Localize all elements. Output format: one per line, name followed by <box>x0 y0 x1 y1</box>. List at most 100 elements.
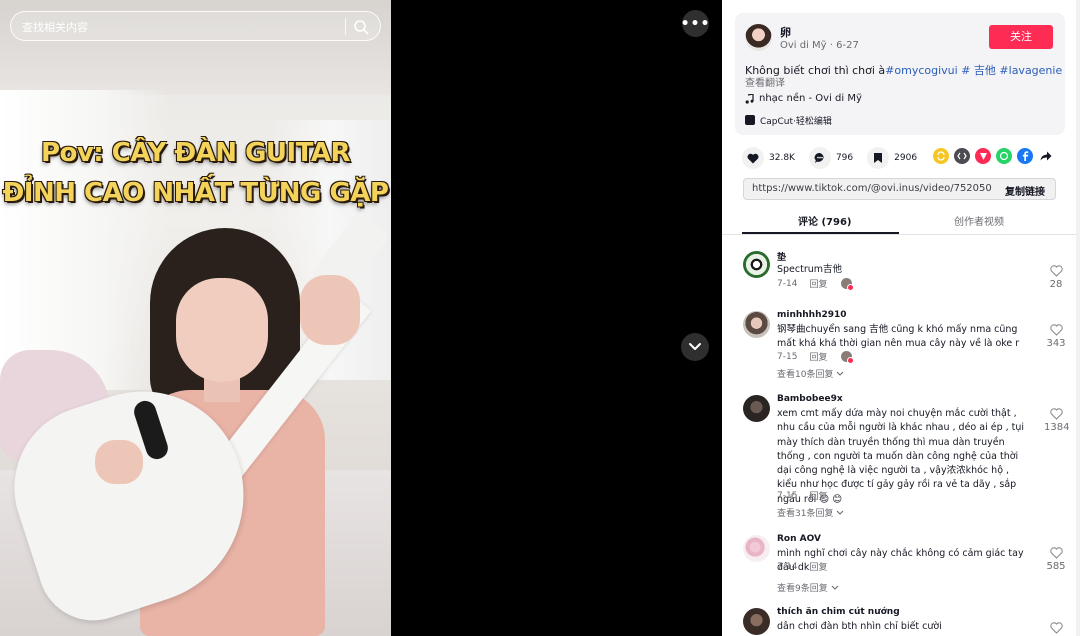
engagement-stats: 32.8K 796 2906 <box>742 147 931 169</box>
reply-button[interactable]: 回复 <box>809 277 827 290</box>
whatsapp-icon[interactable] <box>996 148 1012 164</box>
person-right-hand <box>300 275 360 345</box>
next-video-button[interactable] <box>681 333 709 361</box>
author-avatar[interactable] <box>745 24 772 51</box>
comment-text: dân chơi đàn bth nhìn chỉ biết cười <box>777 621 942 632</box>
capcut-label: CapCut·轻松编辑 <box>760 116 832 127</box>
comment-like-button[interactable]: 585 <box>1044 547 1068 572</box>
more-options-button[interactable]: ••• <box>681 10 709 37</box>
heart-icon <box>742 147 764 169</box>
save-button[interactable]: 2906 <box>867 147 917 169</box>
heart-outline-icon <box>1049 622 1063 634</box>
commenter-name[interactable]: Bambobee9x <box>777 394 843 404</box>
chevron-down-icon <box>836 510 844 515</box>
view-replies-label: 查看31条回复 <box>777 509 834 519</box>
heart-outline-icon <box>1049 265 1063 277</box>
video-description: Không biết chơi thì chơi à#omycogivui # … <box>745 62 1062 78</box>
translate-link[interactable]: 查看翻译 <box>745 74 785 89</box>
comment-like-button[interactable]: 28 <box>1044 265 1068 290</box>
comment-button[interactable]: 796 <box>808 147 854 169</box>
hashtag-link[interactable]: #omycogivui <box>885 64 958 77</box>
heart-outline-icon <box>1049 547 1063 559</box>
view-replies-button[interactable]: 查看9条回复 <box>777 581 839 594</box>
comment-icon <box>808 147 831 169</box>
commenter-name[interactable]: 垫 <box>777 250 786 263</box>
copy-link-button[interactable]: 复制链接 <box>1005 183 1045 198</box>
comment-date: 7-15 <box>777 351 798 362</box>
video-info-card: 卵 Ovi di Mỹ · 6-27 关注 Không biết chơi th… <box>735 13 1065 135</box>
author-liked-avatar <box>841 351 855 364</box>
heart-outline-icon <box>1049 408 1063 420</box>
view-replies-label: 查看10条回复 <box>777 370 834 380</box>
capcut-link[interactable]: CapCut·轻松编辑 <box>745 112 832 128</box>
comment-meta: 7-15 回复 <box>777 350 855 364</box>
comment-meta: 7-15 回复 <box>777 489 827 503</box>
comment-text: Spectrum吉他 <box>777 264 843 275</box>
facebook-icon[interactable] <box>1017 148 1033 164</box>
hashtag-link[interactable]: # 吉他 <box>958 64 996 77</box>
active-tab-indicator <box>742 232 899 234</box>
tab-creator-videos[interactable]: 创作者视频 <box>954 213 1004 228</box>
video-caption-line-1: Pov: CÂY ĐÀN GUITAR <box>40 138 351 168</box>
commenter-avatar[interactable] <box>743 395 770 422</box>
commenter-name[interactable]: thích ăn chim cút nướng <box>777 607 900 617</box>
comment-meta: 7-14 回复 <box>777 277 855 291</box>
comment-like-count: 585 <box>1046 561 1066 572</box>
comment-count: 796 <box>835 153 854 163</box>
bookmark-icon <box>867 147 890 169</box>
embed-icon[interactable] <box>954 148 970 164</box>
video-background-window <box>0 90 170 390</box>
send-icon[interactable] <box>975 148 991 164</box>
follow-button[interactable]: 关注 <box>989 25 1053 49</box>
heart-outline-icon <box>1049 324 1063 336</box>
comment-like-count: 1384 <box>1044 422 1070 433</box>
author-name[interactable]: 卵 <box>780 24 791 40</box>
reply-button[interactable]: 回复 <box>809 560 827 573</box>
comment-like-count: 28 <box>1049 279 1063 290</box>
comment-like-button[interactable]: 343 <box>1044 324 1068 349</box>
view-replies-label: 查看9条回复 <box>777 584 828 594</box>
commenter-avatar[interactable] <box>743 311 770 338</box>
commenter-avatar[interactable] <box>743 251 770 278</box>
search-input[interactable]: 查找相关内容 <box>10 11 381 41</box>
comment-like-count: 343 <box>1046 338 1066 349</box>
reply-button[interactable]: 回复 <box>809 489 827 502</box>
video-detail-panel: 卵 Ovi di Mỹ · 6-27 关注 Không biết chơi th… <box>722 0 1080 636</box>
tab-comments[interactable]: 评论 (796) <box>798 213 852 228</box>
chevron-down-icon <box>831 585 838 590</box>
video-link-field[interactable]: https://www.tiktok.com/@ovi.inus/video/7… <box>743 178 1056 200</box>
video-link-url: https://www.tiktok.com/@ovi.inus/video/7… <box>752 183 992 194</box>
search-icon[interactable] <box>353 19 369 35</box>
reply-button[interactable]: 回复 <box>809 350 827 363</box>
author-meta: Ovi di Mỹ · 6-27 <box>780 40 859 51</box>
view-replies-button[interactable]: 查看10条回复 <box>777 367 844 380</box>
capcut-icon <box>745 115 755 125</box>
video-player[interactable]: Pov: CÂY ĐÀN GUITAR ĐỈNH CAO NHẤT TỪNG G… <box>0 0 722 636</box>
like-count: 32.8K <box>769 153 795 163</box>
share-icons <box>933 148 1054 164</box>
commenter-avatar[interactable] <box>743 535 770 562</box>
chevron-down-icon <box>689 343 701 350</box>
video-frame[interactable]: Pov: CÂY ĐÀN GUITAR ĐỈNH CAO NHẤT TỪNG G… <box>0 0 391 636</box>
repost-icon[interactable] <box>933 148 949 164</box>
hashtag-link[interactable]: #lavagenie <box>996 64 1062 77</box>
comment-text: 钢琴曲chuyển sang 吉他 cũng k khó mấy nma cũn… <box>777 324 1020 350</box>
like-button[interactable]: 32.8K <box>742 147 795 169</box>
music-note-icon <box>745 93 754 104</box>
music-link[interactable]: nhạc nền - Ovi di Mỹ <box>745 93 862 104</box>
search-placeholder: 查找相关内容 <box>22 21 88 34</box>
commenter-name[interactable]: Ron AOV <box>777 534 821 544</box>
comment-date: 7-14 <box>777 561 798 572</box>
view-replies-button[interactable]: 查看31条回复 <box>777 506 844 519</box>
commenter-name[interactable]: minhhhh2910 <box>777 310 847 320</box>
save-count: 2906 <box>894 153 918 163</box>
comment-date: 7-15 <box>777 490 798 501</box>
commenter-avatar[interactable] <box>743 608 770 635</box>
panel-tabs: 评论 (796) 创作者视频 <box>722 210 1080 235</box>
chevron-down-icon <box>836 371 844 376</box>
video-caption-line-2: ĐỈNH CAO NHẤT TỪNG GẶP <box>2 178 389 208</box>
share-arrow-icon[interactable] <box>1038 148 1054 164</box>
comment-like-button[interactable]: 1384 <box>1044 408 1070 433</box>
comment-like-button[interactable] <box>1044 622 1068 634</box>
panel-scrollbar[interactable] <box>1076 0 1080 636</box>
